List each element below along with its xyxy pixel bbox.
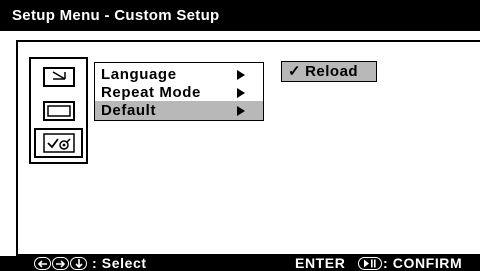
reload-option-label: Reload — [305, 63, 359, 80]
select-hint: : Select — [92, 255, 147, 271]
right-arrow-icon — [237, 106, 245, 116]
right-arrow-icon — [52, 257, 69, 270]
custom-setup-icon — [42, 133, 75, 153]
down-arrow-icon — [70, 257, 87, 270]
nav-icons — [34, 257, 87, 270]
footer-bar: : Select ENTER : CONFIRM — [0, 256, 480, 271]
submenu-item-label: Language — [101, 66, 177, 83]
title-bar: Setup Menu - Custom Setup — [0, 0, 480, 31]
screen-setup-button[interactable] — [34, 62, 83, 92]
submenu-item-label: Repeat Mode — [101, 84, 201, 101]
page-title: Setup Menu - Custom Setup — [12, 7, 220, 24]
submenu-item-label: Default — [101, 102, 157, 119]
play-pause-icon — [358, 257, 382, 270]
display-setup-button[interactable] — [34, 96, 83, 126]
submenu-item-repeat-mode[interactable]: Repeat Mode — [95, 83, 263, 102]
display-icon — [42, 101, 75, 121]
custom-setup-button[interactable] — [34, 128, 83, 158]
left-arrow-icon — [34, 257, 51, 270]
submenu-item-default[interactable]: Default — [95, 101, 263, 120]
reload-option[interactable]: ✓ Reload — [281, 61, 377, 82]
enter-hint: ENTER — [295, 255, 346, 271]
custom-setup-submenu: Language Repeat Mode Default — [94, 62, 264, 121]
category-icon-column — [29, 57, 88, 164]
confirm-hint: : CONFIRM — [383, 255, 463, 271]
right-arrow-icon — [237, 70, 245, 80]
screen-setup-icon — [42, 67, 75, 87]
right-arrow-icon — [237, 88, 245, 98]
checkmark-icon: ✓ — [288, 63, 302, 80]
submenu-item-language[interactable]: Language — [95, 65, 263, 84]
